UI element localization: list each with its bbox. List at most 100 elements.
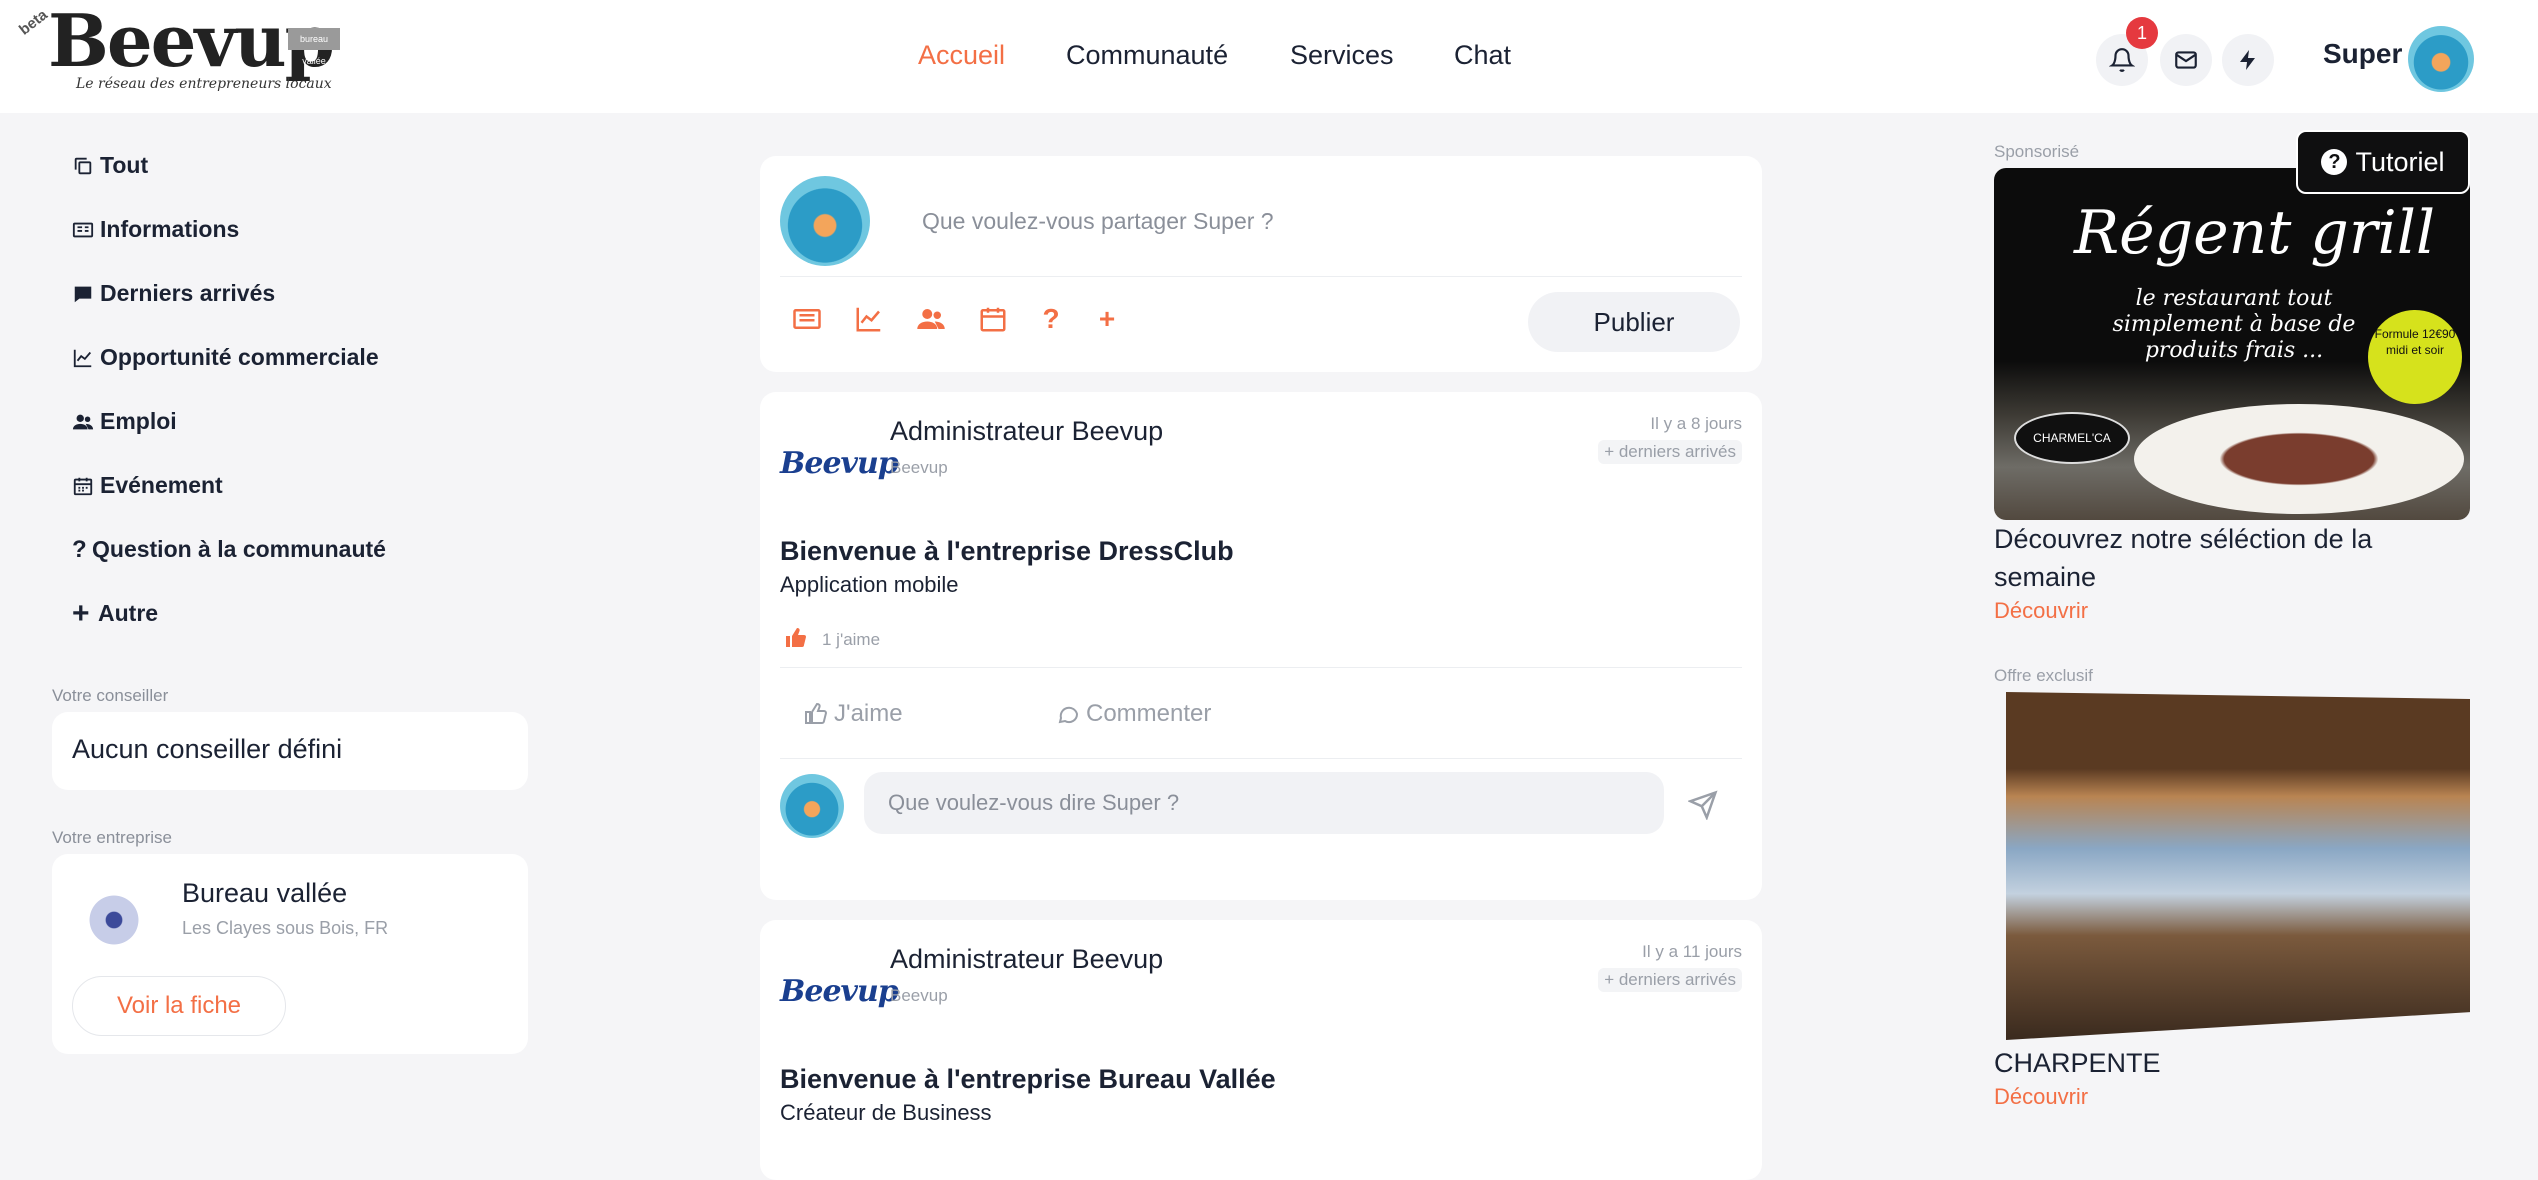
question-icon[interactable]: ?: [1036, 304, 1066, 334]
filter-autre[interactable]: + Autre: [72, 596, 159, 630]
tutorial-button[interactable]: ? Tutoriel: [2296, 130, 2470, 194]
post-subtitle: Beevup: [890, 986, 948, 1005]
users-icon[interactable]: [916, 304, 946, 334]
exclusive-offer-image[interactable]: [2006, 692, 2470, 1040]
feed-post: Beevup Administrateur Beevup Beevup Il y…: [760, 392, 1762, 900]
commenter-avatar: [780, 774, 844, 838]
bolt-icon: [2240, 50, 2255, 70]
filter-opportunite-commerciale[interactable]: Opportunité commerciale: [72, 344, 379, 371]
chart-line-icon: [73, 349, 92, 367]
post-composer: Que voulez-vous partager Super ? ? + Pub…: [760, 156, 1762, 372]
sponsored-ad-image[interactable]: Régent grill le restaurant tout simpleme…: [1994, 168, 2470, 520]
post-category-tag: + derniers arrivés: [1598, 968, 1742, 992]
post-description: Créateur de Business: [780, 1100, 992, 1125]
tutorial-label: Tutoriel: [2355, 146, 2445, 177]
post-category-tag: + derniers arrivés: [1598, 440, 1742, 464]
filter-label: Autre: [98, 600, 159, 626]
ad-image-subtitle: le restaurant tout simplement à base de …: [2112, 286, 2356, 363]
divider: [780, 276, 1742, 277]
chart-line-icon[interactable]: [854, 304, 884, 334]
post-title: Bienvenue à l'entreprise DressClub: [780, 536, 1234, 566]
author-logo[interactable]: Beevup: [780, 422, 899, 506]
filter-label: Opportunité commerciale: [100, 344, 379, 370]
advisor-value: Aucun conseiller défini: [72, 734, 343, 764]
filter-label: Informations: [100, 216, 240, 242]
filter-tout[interactable]: Tout: [72, 152, 148, 179]
sponsored-label: Sponsorisé: [1994, 142, 2080, 161]
logo-tagline: Le réseau des entrepreneurs locaux: [76, 76, 332, 92]
company-location: Les Clayes sous Bois, FR: [182, 918, 389, 938]
filter-informations[interactable]: Informations: [72, 216, 239, 243]
company-name: Bureau vallée: [182, 878, 348, 908]
plus-icon[interactable]: +: [1092, 304, 1122, 334]
company-logo: [86, 886, 142, 954]
filter-label: Emploi: [100, 408, 177, 434]
comment-outline-icon: [1058, 706, 1079, 724]
post-description: Application mobile: [780, 572, 959, 597]
post-subtitle: Beevup: [890, 458, 948, 477]
beevup-logo[interactable]: beta Beevup bureau vallée Le réseau des …: [14, 0, 344, 105]
calendar-icon[interactable]: [978, 304, 1008, 334]
comment-button[interactable]: Commenter: [1056, 700, 1211, 728]
ad-image-title: Régent grill: [2074, 198, 2436, 268]
newspaper-icon[interactable]: [792, 304, 822, 334]
user-name[interactable]: Super: [2323, 38, 2402, 70]
comment-icon: [74, 286, 92, 302]
filter-derniers-arrives[interactable]: Derniers arrivés: [72, 280, 275, 307]
question-icon: ?: [72, 535, 87, 563]
notification-count-badge: 1: [2126, 17, 2158, 49]
activity-button[interactable]: [2222, 34, 2274, 86]
user-avatar[interactable]: [2408, 26, 2474, 92]
messages-button[interactable]: [2160, 34, 2212, 86]
sponsored-discover-link[interactable]: Découvrir: [1994, 598, 2088, 624]
ad-image-logo: CHARMEL'CA: [2014, 412, 2130, 464]
like-label: J'aime: [834, 700, 903, 727]
filter-emploi[interactable]: Emploi: [72, 408, 177, 435]
filter-question-communaute[interactable]: ? Question à la communauté: [72, 536, 386, 563]
ad-image-price-badge: Formule 12€90 midi et soir: [2368, 310, 2462, 404]
bureau-vallee-badge: bureau vallée: [288, 28, 340, 66]
post-author[interactable]: Administrateur Beevup: [890, 944, 1163, 975]
exclusive-offer-label: Offre exclusif: [1994, 666, 2093, 685]
like-button[interactable]: J'aime: [804, 700, 903, 728]
exclusive-offer-title[interactable]: CHARPENTE: [1994, 1044, 2434, 1082]
post-title: Bienvenue à l'entreprise Bureau Vallée: [780, 1064, 1276, 1094]
newspaper-icon: [72, 222, 94, 237]
feed-post: Beevup Administrateur Beevup Beevup Il y…: [760, 920, 1762, 1180]
plus-icon: +: [72, 596, 90, 630]
top-header: beta Beevup bureau vallée Le réseau des …: [0, 0, 2538, 113]
filter-label: Evénement: [100, 472, 223, 498]
thumbs-up-icon: [786, 628, 806, 647]
publish-button[interactable]: Publier: [1528, 292, 1740, 352]
like-count: 1 j'aime: [822, 630, 881, 649]
nav-communaute[interactable]: Communauté: [1066, 40, 1228, 71]
post-time: Il y a 8 jours: [1650, 414, 1742, 433]
bell-icon: [2109, 48, 2135, 72]
nav-accueil[interactable]: Accueil: [918, 40, 1005, 71]
author-logo[interactable]: Beevup: [780, 950, 899, 1034]
post-author[interactable]: Administrateur Beevup: [890, 416, 1163, 447]
comment-label: Commenter: [1086, 700, 1212, 727]
calendar-icon: [73, 477, 93, 495]
company-card: Bureau vallée Les Clayes sous Bois, FR V…: [52, 854, 528, 1054]
divider: [780, 667, 1742, 668]
nav-services[interactable]: Services: [1290, 40, 1394, 71]
comment-input[interactable]: Que voulez-vous dire Super ?: [864, 772, 1664, 834]
exclusive-discover-link[interactable]: Découvrir: [1994, 1084, 2088, 1110]
sponsored-ad-title[interactable]: Découvrez notre séléction de la semaine: [1994, 520, 2434, 596]
mail-icon: [2175, 51, 2197, 69]
post-time: Il y a 11 jours: [1642, 942, 1742, 961]
composer-avatar: [780, 176, 870, 266]
filter-label: Question à la communauté: [92, 536, 386, 562]
nav-chat[interactable]: Chat: [1454, 40, 1511, 71]
divider: [780, 758, 1742, 759]
view-company-button[interactable]: Voir la fiche: [72, 976, 286, 1036]
company-section-label: Votre entreprise: [52, 828, 173, 847]
send-icon[interactable]: [1688, 790, 1718, 820]
filter-evenement[interactable]: Evénement: [72, 472, 223, 499]
filter-label: Tout: [100, 152, 149, 178]
beta-label: beta: [16, 6, 51, 39]
composer-input[interactable]: Que voulez-vous partager Super ?: [922, 208, 1274, 235]
filter-label: Derniers arrivés: [100, 280, 276, 306]
users-icon: [72, 414, 94, 429]
